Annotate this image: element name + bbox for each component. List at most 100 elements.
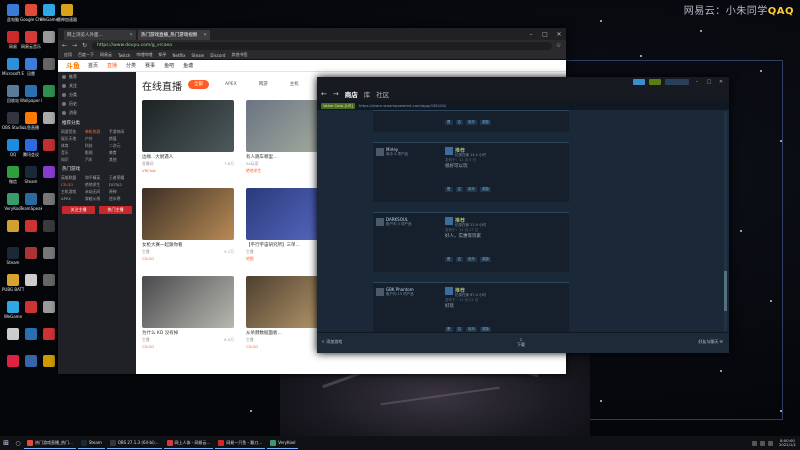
friends-chat-button[interactable]: 好友与聊天 ✉ bbox=[698, 339, 723, 345]
desktop-icon[interactable]: 雷神加速器 bbox=[56, 4, 78, 28]
category-chip[interactable]: 全部 bbox=[188, 80, 209, 89]
stream-thumbnail[interactable] bbox=[142, 100, 234, 152]
helpful-button[interactable]: 欢乐 bbox=[466, 187, 477, 192]
sidebar-category-link[interactable]: 科技 bbox=[85, 143, 109, 149]
bookmark-item[interactable]: 知乎 bbox=[158, 52, 166, 58]
stream-thumbnail[interactable] bbox=[142, 188, 234, 240]
streamer-name[interactable]: 直播间 bbox=[142, 161, 153, 167]
sidebar-category-link[interactable]: 美食 bbox=[109, 150, 133, 156]
helpful-button[interactable]: 奖励 bbox=[480, 257, 491, 262]
stream-card[interactable]: 为什么 KD 没有掉 主播 8.9万 CS:GO bbox=[142, 276, 234, 349]
sidebar-item[interactable]: 分类 bbox=[58, 90, 136, 99]
sidebar-category-link[interactable]: 影视 bbox=[85, 150, 109, 156]
bookmark-item[interactable]: Netflix bbox=[172, 53, 185, 58]
input-method-icon[interactable] bbox=[767, 440, 773, 446]
taskbar-app[interactable]: 热门游戏直播_热门... bbox=[24, 437, 76, 449]
douyu-nav-item[interactable]: 赛事 bbox=[145, 62, 155, 69]
helpful-button[interactable]: 是 bbox=[445, 120, 453, 125]
sidebar-item[interactable]: 关注 bbox=[58, 81, 136, 90]
steam-notification-icon[interactable] bbox=[633, 79, 645, 85]
sidebar-item[interactable]: 推荐 bbox=[58, 72, 136, 81]
sidebar-category-link[interactable]: 知识 bbox=[61, 157, 85, 163]
sidebar-category-link[interactable]: 户外 bbox=[85, 136, 109, 142]
stream-tag[interactable]: CS:GO bbox=[142, 344, 234, 349]
helpful-button[interactable]: 欢乐 bbox=[466, 120, 477, 125]
steam-account-menu[interactable] bbox=[665, 79, 689, 85]
avatar[interactable] bbox=[376, 218, 384, 226]
sidebar-category-link[interactable]: 手游休闲 bbox=[109, 129, 133, 135]
close-button[interactable]: ✕ bbox=[552, 31, 566, 38]
bookmark-item[interactable]: Twitch bbox=[118, 53, 130, 58]
sidebar-game-link[interactable]: APEX bbox=[61, 196, 85, 202]
avatar[interactable] bbox=[376, 288, 384, 296]
sidebar-game-link[interactable]: 英雄联盟 bbox=[61, 175, 85, 181]
streamer-name[interactable]: 主播 bbox=[142, 249, 150, 255]
douyu-logo[interactable]: 斗鱼 bbox=[66, 61, 80, 71]
category-chip[interactable]: 网游 bbox=[253, 80, 274, 89]
sidebar-item[interactable]: 消息 bbox=[58, 108, 136, 117]
taskbar-app[interactable]: Steam bbox=[77, 437, 105, 449]
sidebar-category-link[interactable]: 体育 bbox=[61, 143, 85, 149]
add-game-button[interactable]: ＋ 添加游戏 bbox=[321, 339, 342, 345]
windows-start-icon[interactable]: ⊞ bbox=[0, 436, 12, 450]
stream-card[interactable]: 边缘...大厨遇人 直播间 7.6万 VRChat bbox=[142, 100, 234, 173]
douyu-nav-item[interactable]: 首页 bbox=[88, 62, 98, 69]
close-button[interactable]: ✕ bbox=[717, 79, 725, 85]
maximize-button[interactable]: □ bbox=[705, 79, 713, 85]
bookmark-item[interactable]: 应用 bbox=[64, 52, 72, 58]
sidebar-game-link[interactable]: 逆水寒 bbox=[109, 196, 133, 202]
forward-arrow-icon[interactable]: → bbox=[72, 42, 78, 49]
helpful-button[interactable]: 是 bbox=[445, 257, 453, 262]
bookmark-item[interactable]: Discord bbox=[210, 53, 225, 58]
star-icon[interactable]: ☆ bbox=[556, 42, 562, 49]
sidebar-category-link[interactable]: 单机热游 bbox=[85, 129, 109, 135]
helpful-button[interactable]: 否 bbox=[455, 120, 463, 125]
steam-nav-store[interactable]: 商店 bbox=[345, 89, 358, 99]
steam-nav-library[interactable]: 库 bbox=[364, 89, 371, 99]
stream-thumbnail[interactable] bbox=[142, 276, 234, 328]
sidebar-item[interactable]: 历史 bbox=[58, 99, 136, 108]
sidebar-category-link[interactable]: 娱乐天地 bbox=[61, 136, 85, 142]
helpful-button[interactable]: 欢乐 bbox=[466, 257, 477, 262]
streamer-name[interactable]: 主播 bbox=[246, 337, 254, 343]
sidebar-game-link[interactable]: DOTA2 bbox=[109, 182, 133, 188]
url-input[interactable]: https://www.douyu.com/g_vrcaea bbox=[92, 41, 552, 50]
scrollbar[interactable] bbox=[724, 111, 727, 331]
hot-streamer-button[interactable]: 热门主播 bbox=[99, 206, 132, 214]
stream-title[interactable]: 边缘...大厨遇人 bbox=[142, 154, 234, 160]
taskbar-app[interactable]: OBS 27.1.3 (64-bi)... bbox=[106, 437, 162, 449]
stream-title[interactable]: 女枪大赛一起跟你看 bbox=[142, 242, 234, 248]
stream-tag[interactable]: CS:GO bbox=[142, 256, 234, 261]
sidebar-game-link[interactable]: 主机游戏 bbox=[61, 189, 85, 195]
sidebar-game-link[interactable]: 原神 bbox=[109, 189, 133, 195]
helpful-button[interactable]: 是 bbox=[445, 187, 453, 192]
forward-arrow-icon[interactable]: → bbox=[333, 90, 339, 98]
steam-nav-community[interactable]: 社区 bbox=[376, 89, 389, 99]
back-arrow-icon[interactable]: ← bbox=[62, 42, 68, 49]
sidebar-category-link[interactable]: 二次元 bbox=[109, 143, 133, 149]
douyu-nav-item[interactable]: 鱼吧 bbox=[164, 62, 174, 69]
close-icon[interactable]: ✕ bbox=[203, 33, 207, 38]
sidebar-game-link[interactable]: 穿越火线 bbox=[85, 196, 109, 202]
taskbar-app[interactable]: 网上人体 - 网易云... bbox=[163, 437, 214, 449]
sidebar-category-link[interactable]: 网游竞技 bbox=[61, 129, 85, 135]
stream-title[interactable]: 为什么 KD 没有掉 bbox=[142, 330, 234, 336]
bookmark-item[interactable]: 其他书签 bbox=[231, 52, 247, 58]
douyu-nav-item[interactable]: 直播 bbox=[107, 62, 117, 69]
scrollbar-thumb[interactable] bbox=[724, 271, 727, 311]
avatar[interactable] bbox=[376, 148, 384, 156]
streamer-name[interactable]: An玩家 bbox=[246, 161, 259, 167]
minimize-button[interactable]: – bbox=[693, 79, 701, 85]
steam-url[interactable]: https://store.steampowered.com/app/43810… bbox=[359, 103, 446, 108]
network-icon[interactable] bbox=[751, 440, 757, 446]
helpful-button[interactable]: 否 bbox=[455, 187, 463, 192]
sidebar-game-link[interactable]: 绝地求生 bbox=[85, 182, 109, 188]
sidebar-category-link[interactable]: 其他 bbox=[109, 157, 133, 163]
volume-icon[interactable] bbox=[759, 440, 765, 446]
helpful-button[interactable]: 奖励 bbox=[480, 120, 491, 125]
bookmark-item[interactable]: 哔哩哔哩 bbox=[136, 52, 152, 58]
sidebar-category-link[interactable]: 汽车 bbox=[85, 157, 109, 163]
sidebar-game-link[interactable]: 永劫无间 bbox=[85, 189, 109, 195]
back-arrow-icon[interactable]: ← bbox=[321, 90, 327, 98]
taskbar-app[interactable]: VeryKool bbox=[267, 437, 299, 449]
